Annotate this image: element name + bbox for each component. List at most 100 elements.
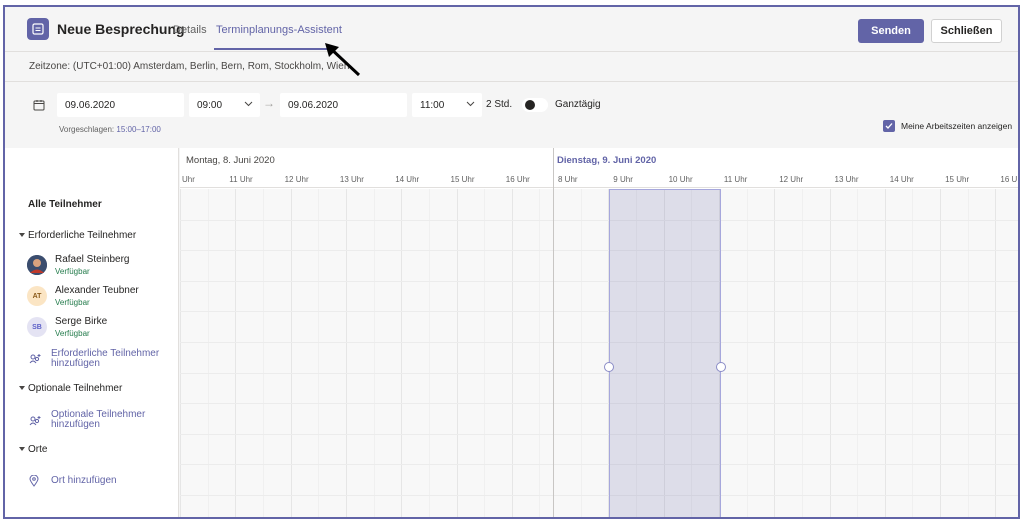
day1-hour-label: 16 Uhr [505, 175, 530, 184]
grid-row-line [180, 342, 1018, 343]
work-hours-checkbox[interactable] [883, 120, 895, 132]
timezone-label[interactable]: Zeitzone: (UTC+01:00) Amsterdam, Berlin,… [29, 61, 349, 72]
day1-hour-label: 12 Uhr [284, 175, 309, 184]
resize-handle-right[interactable] [716, 362, 726, 372]
day2-hour-label: 16 U [1000, 175, 1018, 184]
grid-row-line [180, 495, 1018, 496]
attendee-panel: Alle Teilnehmer Erforderliche Teilnehmer… [5, 148, 179, 517]
start-time-value: 09:00 [197, 99, 223, 111]
grid-column-line [511, 189, 513, 517]
add-required-line-2: hinzufügen [51, 358, 100, 369]
grid-row-line [180, 403, 1018, 405]
attendee-name[interactable]: Rafael Steinberg [55, 254, 130, 265]
grid-row-line [180, 311, 1018, 313]
work-hours-label: Meine Arbeitszeiten anzeigen [901, 121, 1013, 131]
attendee-status: Verfügbar [55, 298, 90, 307]
day2-hour-label: 14 Uhr [889, 175, 914, 184]
annotation-arrow-icon [325, 43, 361, 77]
end-date-value: 09.06.2020 [288, 99, 339, 111]
grid-half-line [580, 189, 582, 517]
meeting-window: Neue Besprechung Details Terminplanungs-… [3, 5, 1020, 519]
end-date-field[interactable]: 09.06.2020 [280, 93, 407, 117]
person-photo-icon [27, 255, 47, 275]
grid-column-line [829, 189, 831, 517]
grid-row-line [180, 464, 1018, 466]
allday-label: Ganztägig [555, 99, 601, 110]
day2-hour-label: 10 Uhr [668, 175, 693, 184]
all-attendees-label: Alle Teilnehmer [28, 199, 102, 210]
start-time-dropdown[interactable]: 09:00 [189, 93, 260, 117]
add-optional-line-2: hinzufügen [51, 419, 100, 430]
day1-hour-label: 13 Uhr [339, 175, 364, 184]
attendee-status: Verfügbar [55, 267, 90, 276]
day2-hour-label: 8 Uhr [558, 175, 578, 184]
avatar-initials: AT [32, 292, 42, 300]
caret-down-icon [19, 233, 25, 238]
grid-column-line [345, 189, 347, 517]
day2-hour-label: 11 Uhr [723, 175, 748, 184]
chevron-down-icon [466, 101, 475, 107]
grid-half-line [801, 189, 803, 517]
start-date-field[interactable]: 09.06.2020 [57, 93, 184, 117]
grid-row-line [180, 250, 1018, 252]
grid-half-line [912, 189, 914, 517]
optional-section-label: Optionale Teilnehmer [28, 383, 123, 394]
toggle-knob [525, 100, 535, 110]
day-label-tuesday: Dienstag, 9. Juni 2020 [557, 155, 657, 166]
allday-toggle[interactable] [522, 98, 548, 112]
page-title: Neue Besprechung [57, 21, 185, 37]
availability-grid[interactable] [180, 189, 1018, 517]
required-section-toggle[interactable]: Erforderliche Teilnehmer [19, 230, 136, 241]
suggested-label: Vorgeschlagen: [59, 125, 115, 134]
duration-label: 2 Std. [486, 99, 513, 110]
start-date-value: 09.06.2020 [65, 99, 116, 111]
chevron-down-icon [244, 101, 253, 107]
day2-hour-label: 15 Uhr [945, 175, 970, 184]
add-required-attendees-link[interactable]: Erforderliche Teilnehmer hinzufügen [51, 349, 159, 369]
tab-details[interactable]: Details [173, 24, 207, 36]
resize-handle-left[interactable] [604, 362, 614, 372]
day-divider [553, 148, 554, 517]
locations-section-toggle[interactable]: Orte [19, 444, 47, 455]
caret-down-icon [19, 447, 25, 452]
divider [5, 81, 1018, 82]
suggested-time: Vorgeschlagen: 15:00–17:00 [59, 125, 161, 134]
close-button[interactable]: Schließen [931, 19, 1002, 43]
end-time-dropdown[interactable]: 11:00 [412, 93, 482, 117]
grid-row-line [180, 372, 1018, 374]
location-pin-icon [29, 474, 39, 492]
tab-scheduling-assistant[interactable]: Terminplanungs-Assistent [216, 24, 342, 36]
grid-column-line [180, 189, 181, 517]
calendar-app-icon [27, 18, 49, 40]
attendee-name[interactable]: Serge Birke [55, 316, 107, 327]
optional-section-toggle[interactable]: Optionale Teilnehmer [19, 383, 122, 394]
avatar[interactable]: AT [27, 286, 47, 306]
grid-half-line [539, 189, 541, 517]
grid-column-line [456, 189, 458, 517]
grid-column-line [995, 189, 997, 517]
avatar[interactable]: SB [27, 317, 47, 337]
add-optional-attendees-link[interactable]: Optionale Teilnehmer hinzufügen [51, 410, 145, 430]
grid-half-line [318, 189, 320, 517]
day1-hour-label: 15 Uhr [450, 175, 475, 184]
grid-column-line [940, 189, 942, 517]
end-time-value: 11:00 [420, 99, 445, 111]
day1-hour-label: 11 Uhr [229, 175, 253, 184]
day1-hour-label: 14 Uhr [395, 175, 420, 184]
send-button[interactable]: Senden [858, 19, 924, 43]
grid-column-line [884, 189, 886, 517]
grid-column-line [290, 189, 292, 517]
day2-hour-label: 13 Uhr [834, 175, 859, 184]
add-person-icon [29, 352, 41, 370]
attendee-status: Verfügbar [55, 329, 90, 338]
selected-time-block[interactable] [609, 189, 721, 517]
day-label-monday: Montag, 8. Juni 2020 [186, 155, 275, 166]
add-location-link[interactable]: Ort hinzufügen [51, 476, 117, 486]
avatar[interactable] [27, 255, 47, 275]
required-section-label: Erforderliche Teilnehmer [28, 230, 137, 241]
caret-down-icon [19, 386, 25, 391]
attendee-name[interactable]: Alexander Teubner [55, 285, 139, 296]
suggested-time-link[interactable]: 15:00–17:00 [116, 125, 161, 134]
grid-column-line [774, 189, 776, 517]
grid-half-line [967, 189, 969, 517]
